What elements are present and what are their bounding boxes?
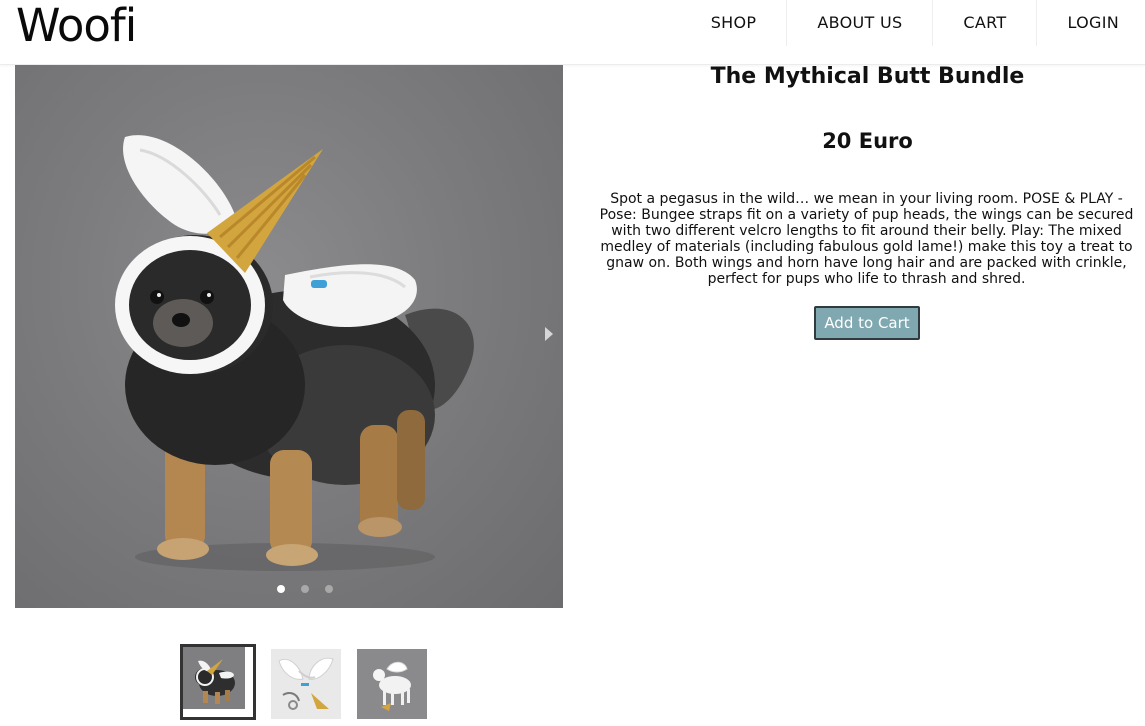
product-description: Spot a pegasus in the wild… we mean in y… bbox=[599, 191, 1134, 287]
thumbnail-image-dog bbox=[183, 647, 245, 709]
add-to-cart-button[interactable]: Add to Cart bbox=[814, 306, 920, 340]
nav-about-us[interactable]: ABOUT US bbox=[786, 0, 932, 46]
thumbnail-2[interactable] bbox=[271, 649, 341, 719]
carousel-dot-2[interactable] bbox=[301, 585, 309, 593]
product-price: 20 Euro bbox=[822, 129, 913, 153]
site-header: Woofi SHOP ABOUT US CART LOGIN bbox=[0, 0, 1145, 65]
thumbnail-3[interactable] bbox=[357, 649, 427, 719]
main-nav: SHOP ABOUT US CART LOGIN bbox=[681, 0, 1145, 46]
product-image-carousel[interactable] bbox=[15, 65, 563, 608]
thumbnail-image-white-dog bbox=[357, 649, 427, 719]
product-title: The Mythical Butt Bundle bbox=[710, 64, 1025, 89]
thumbnail-image-wings-set bbox=[271, 649, 341, 719]
thumbnail-1[interactable] bbox=[180, 644, 256, 720]
carousel-dot-3[interactable] bbox=[325, 585, 333, 593]
product-photo bbox=[115, 135, 474, 571]
carousel-dot-1[interactable] bbox=[277, 585, 285, 593]
nav-cart[interactable]: CART bbox=[932, 0, 1036, 46]
brand-logo[interactable]: Woofi bbox=[16, 0, 137, 52]
nav-login[interactable]: LOGIN bbox=[1036, 0, 1145, 46]
carousel-indicators bbox=[277, 585, 333, 593]
nav-shop[interactable]: SHOP bbox=[681, 0, 787, 46]
chevron-right-icon[interactable] bbox=[543, 325, 557, 345]
